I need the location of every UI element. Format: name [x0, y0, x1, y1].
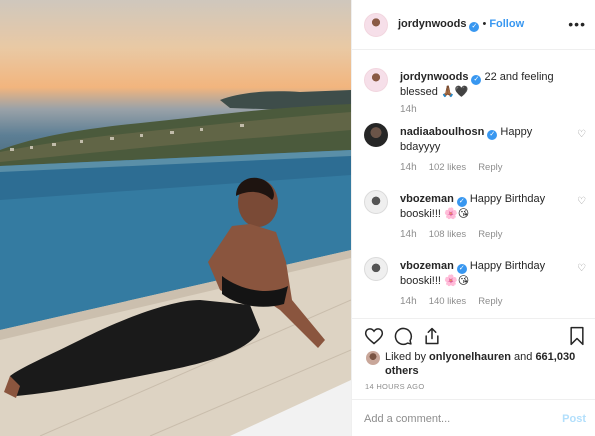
- comment-bubble-icon[interactable]: [393, 326, 413, 346]
- verified-badge-icon: ✓: [469, 22, 480, 32]
- action-bar: [352, 318, 595, 354]
- verified-badge-icon: ✓: [487, 130, 498, 140]
- posted-time[interactable]: 14 HOURS AGO: [365, 382, 424, 391]
- more-options-icon[interactable]: •••: [568, 16, 586, 32]
- reply-button[interactable]: Reply: [478, 296, 502, 307]
- author-username[interactable]: jordynwoods: [398, 18, 466, 30]
- comment-likes[interactable]: 108 likes: [429, 229, 467, 240]
- caption-avatar[interactable]: [364, 68, 388, 92]
- author-avatar[interactable]: [364, 13, 388, 37]
- comment-avatar[interactable]: [364, 190, 388, 214]
- verified-badge-icon: ✓: [471, 75, 482, 85]
- header-separator: •: [482, 18, 487, 30]
- reply-button[interactable]: Reply: [478, 229, 502, 240]
- comment-like-heart-icon[interactable]: ♡: [577, 196, 586, 207]
- comment-meta: 14h 108 likes Reply: [400, 229, 514, 240]
- comment-body: nadiaaboulhosn ✓ Happy bdayyyy: [400, 125, 574, 154]
- caption-username[interactable]: jordynwoods: [400, 71, 468, 83]
- bookmark-save-icon[interactable]: [568, 326, 586, 346]
- comment-username[interactable]: vbozeman: [400, 193, 454, 205]
- comment-avatar[interactable]: [364, 123, 388, 147]
- post-header: jordynwoods ✓ • Follow •••: [352, 0, 595, 50]
- comment-time[interactable]: 14h: [400, 229, 417, 240]
- follow-button[interactable]: Follow: [489, 18, 524, 30]
- post-comment-button[interactable]: Post: [562, 413, 586, 425]
- caption-time[interactable]: 14h: [400, 104, 417, 115]
- comment-username[interactable]: vbozeman: [400, 260, 454, 272]
- likes-summary: Liked by onlyonelhauren and 661,030 othe…: [385, 350, 585, 378]
- comment-like-heart-icon[interactable]: ♡: [577, 129, 586, 140]
- comment-time[interactable]: 14h: [400, 162, 417, 173]
- share-icon[interactable]: [422, 326, 442, 346]
- comment-avatar[interactable]: [364, 257, 388, 281]
- likes-conjunction: and: [514, 351, 533, 363]
- caption-meta: 14h: [400, 104, 429, 115]
- comment-likes[interactable]: 140 likes: [429, 296, 467, 307]
- caption-body: jordynwoods ✓ 22 and feeling blessed 🙏🏾🖤: [400, 70, 574, 99]
- liker-username[interactable]: onlyonelhauren: [429, 351, 511, 363]
- comment-like-heart-icon[interactable]: ♡: [577, 263, 586, 274]
- comment-meta: 14h 140 likes Reply: [400, 296, 514, 307]
- comment-likes[interactable]: 102 likes: [429, 162, 467, 173]
- author-line: jordynwoods ✓ • Follow: [398, 18, 524, 32]
- verified-badge-icon: ✓: [456, 197, 467, 207]
- verified-badge-icon: ✓: [456, 264, 467, 274]
- add-comment-input[interactable]: [364, 413, 544, 425]
- comment-body: vbozeman ✓ Happy Birthday booski!!! 🌸😘: [400, 192, 574, 221]
- comment-time[interactable]: 14h: [400, 296, 417, 307]
- comment-username[interactable]: nadiaaboulhosn: [400, 126, 484, 138]
- like-heart-icon[interactable]: [364, 326, 384, 346]
- liker-avatar[interactable]: [366, 351, 380, 365]
- post-side-panel: jordynwoods ✓ • Follow ••• jordynwoods ✓ 22 …: [351, 0, 595, 436]
- post-photo[interactable]: [0, 0, 351, 436]
- add-comment-bar: Post: [352, 399, 595, 436]
- comment-meta: 14h 102 likes Reply: [400, 162, 514, 173]
- photo-illustration: [0, 90, 351, 436]
- likes-prefix: Liked by: [385, 351, 426, 363]
- reply-button[interactable]: Reply: [478, 162, 502, 173]
- comment-body: vbozeman ✓ Happy Birthday booski!!! 🌸😘: [400, 259, 574, 288]
